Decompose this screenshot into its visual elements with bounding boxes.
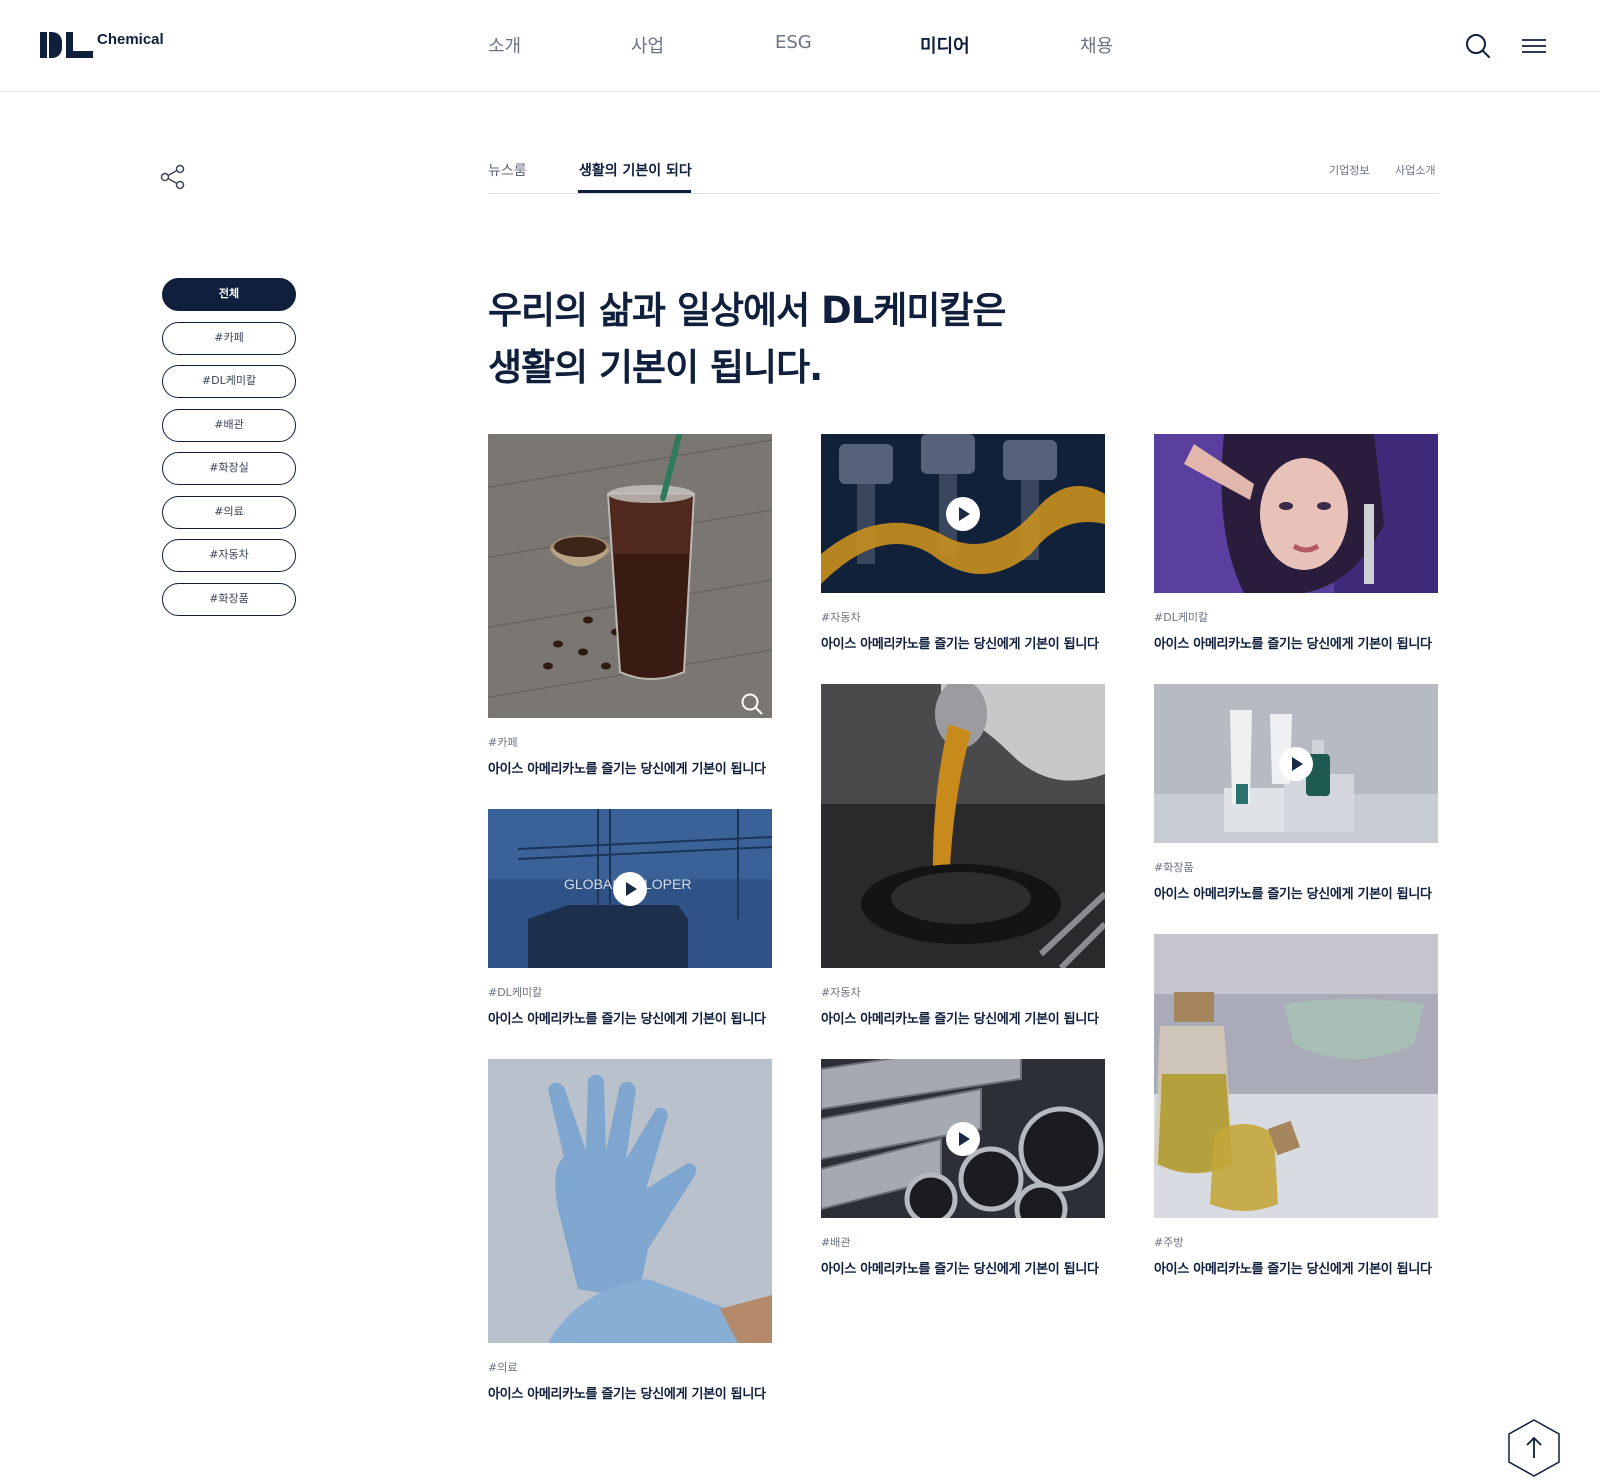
card-thumbnail[interactable] [1154, 684, 1438, 843]
card-tag[interactable]: #DL케미칼 [1154, 609, 1438, 625]
filter-dl-chemical[interactable]: #DL케미칼 [162, 365, 296, 398]
tab-newsroom[interactable]: 뉴스룸 [488, 160, 527, 180]
page-heading: 우리의 삶과 일상에서 DL케미칼은 생활의 기본이 됩니다. [488, 282, 1006, 396]
card-title[interactable]: 아이스 아메리카노를 즐기는 당신에게 기본이 됩니다 [488, 1008, 772, 1027]
card-thumbnail[interactable] [821, 434, 1105, 593]
play-icon[interactable] [946, 1121, 980, 1156]
search-icon[interactable] [1464, 32, 1492, 60]
medical-gloves-image [488, 1059, 772, 1343]
card-tag[interactable]: #자동차 [821, 609, 1105, 625]
overlay-text-left: GLOBAL [564, 876, 620, 892]
card-thumbnail[interactable] [821, 684, 1105, 968]
content-card[interactable]: #배관 아이스 아메리카노를 즐기는 당신에게 기본이 됩니다 [821, 1059, 1105, 1277]
sub-navigation: 뉴스룸 생활의 기본이 되다 기업정보 사업소개 [488, 150, 1439, 194]
card-title[interactable]: 아이스 아메리카노를 즐기는 당신에게 기본이 됩니다 [488, 1383, 772, 1402]
card-title[interactable]: 아이스 아메리카노를 즐기는 당신에게 기본이 됩니다 [821, 1258, 1105, 1277]
content-card[interactable]: #DL케미칼 아이스 아메리카노를 즐기는 당신에게 기본이 됩니다 [1154, 434, 1438, 652]
tag-filter-list: 전체 #카페 #DL케미칼 #배관 #화장실 #의료 #자동차 #화장품 [162, 278, 296, 626]
zoom-icon[interactable] [740, 692, 764, 716]
content-card[interactable]: #주방 아이스 아메리카노를 즐기는 당신에게 기본이 됩니다 [1154, 934, 1438, 1277]
share-icon[interactable] [160, 164, 186, 190]
model-portrait-image [1154, 434, 1438, 593]
content-card[interactable]: #화장품 아이스 아메리카노를 즐기는 당신에게 기본이 됩니다 [1154, 684, 1438, 902]
card-title[interactable]: 아이스 아메리카노를 즐기는 당신에게 기본이 됩니다 [1154, 883, 1438, 902]
engine-oil-pour-image [821, 684, 1105, 968]
card-thumbnail[interactable] [1154, 934, 1438, 1218]
heading-line-2: 생활의 기본이 됩니다. [488, 346, 823, 389]
content-card[interactable]: GLOBAL LOPER #DL케미칼 아이스 아메리카노를 즐기는 당신에게 … [488, 809, 772, 1027]
card-title[interactable]: 아이스 아메리카노를 즐기는 당신에게 기본이 됩니다 [821, 1008, 1105, 1027]
play-icon[interactable] [613, 871, 647, 906]
nav-item-careers[interactable]: 채용 [1080, 32, 1113, 58]
filter-automotive[interactable]: #자동차 [162, 539, 296, 572]
filter-all[interactable]: 전체 [162, 278, 296, 311]
iced-coffee-image [488, 434, 772, 718]
oil-bottles-image [1154, 934, 1438, 1218]
card-title[interactable]: 아이스 아메리카노를 즐기는 당신에게 기본이 됩니다 [488, 758, 772, 777]
main-nav: 소개 사업 ESG 미디어 채용 [0, 32, 1600, 62]
filter-cosmetics[interactable]: #화장품 [162, 582, 296, 616]
content-card[interactable]: #의료 아이스 아메리카노를 즐기는 당신에게 기본이 됩니다 [488, 1059, 772, 1402]
link-business-intro[interactable]: 사업소개 [1395, 162, 1435, 178]
active-tab-indicator [578, 190, 691, 193]
filter-cafe[interactable]: #카페 [162, 321, 296, 355]
card-thumbnail[interactable] [488, 434, 772, 718]
content-card[interactable]: #카페 아이스 아메리카노를 즐기는 당신에게 기본이 됩니다 [488, 434, 772, 777]
scroll-top-button[interactable] [1506, 1418, 1562, 1478]
card-thumbnail[interactable] [488, 1059, 772, 1343]
card-tag[interactable]: #자동차 [821, 984, 1105, 1000]
card-tag[interactable]: #DL케미칼 [488, 984, 772, 1000]
card-thumbnail[interactable] [821, 1059, 1105, 1218]
content-card[interactable]: #자동차 아이스 아메리카노를 즐기는 당신에게 기본이 됩니다 [821, 434, 1105, 652]
overlay-text-right: LOPER [644, 876, 691, 892]
filter-bathroom[interactable]: #화장실 [162, 452, 296, 485]
play-icon[interactable] [1279, 746, 1313, 781]
nav-item-esg[interactable]: ESG [775, 32, 812, 53]
nav-item-business[interactable]: 사업 [631, 32, 664, 58]
card-tag[interactable]: #화장품 [1154, 859, 1438, 875]
link-company-info[interactable]: 기업정보 [1329, 162, 1369, 178]
heading-line-1: 우리의 삶과 일상에서 DL케미칼은 [488, 289, 1006, 332]
nav-item-about[interactable]: 소개 [488, 32, 521, 58]
site-header: Chemical 소개 사업 ESG 미디어 채용 [0, 0, 1600, 92]
card-tag[interactable]: #주방 [1154, 1234, 1438, 1250]
content-card[interactable]: #자동차 아이스 아메리카노를 즐기는 당신에게 기본이 됩니다 [821, 684, 1105, 1027]
filter-medical[interactable]: #의료 [162, 495, 296, 529]
hamburger-menu-icon[interactable] [1520, 32, 1548, 60]
card-title[interactable]: 아이스 아메리카노를 즐기는 당신에게 기본이 됩니다 [1154, 633, 1438, 652]
play-icon[interactable] [946, 496, 980, 531]
card-thumbnail[interactable] [1154, 434, 1438, 593]
card-thumbnail[interactable]: GLOBAL LOPER [488, 809, 772, 968]
card-title[interactable]: 아이스 아메리카노를 즐기는 당신에게 기본이 됩니다 [1154, 1258, 1438, 1277]
tab-basics-of-life[interactable]: 생활의 기본이 되다 [579, 160, 692, 180]
card-tag[interactable]: #배관 [821, 1234, 1105, 1250]
nav-item-media[interactable]: 미디어 [920, 32, 970, 58]
card-tag[interactable]: #의료 [488, 1359, 772, 1375]
card-tag[interactable]: #카페 [488, 734, 772, 750]
card-title[interactable]: 아이스 아메리카노를 즐기는 당신에게 기본이 됩니다 [821, 633, 1105, 652]
filter-piping[interactable]: #배관 [162, 408, 296, 442]
